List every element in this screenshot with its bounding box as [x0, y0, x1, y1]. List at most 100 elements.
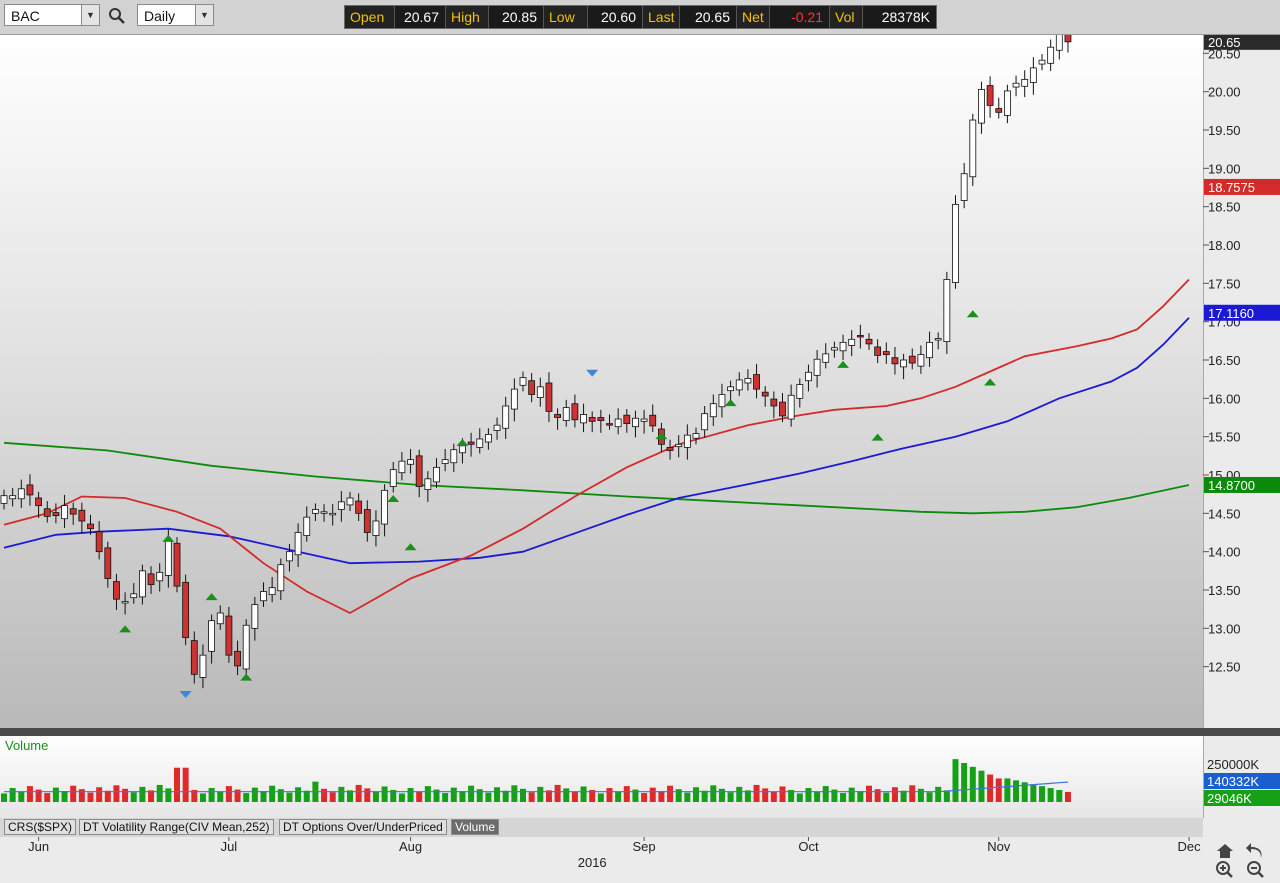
candle-down [874, 346, 882, 356]
zoom-out-glyph [1247, 861, 1264, 878]
volume-bar-up [615, 791, 622, 802]
candle-up [260, 591, 267, 602]
candle-up [822, 353, 830, 363]
volume-bar-down [641, 793, 648, 802]
interval-dropdown-icon[interactable]: ▼ [195, 5, 213, 25]
volume-bar-up [1030, 784, 1037, 802]
home-glyph [1217, 844, 1233, 858]
volume-bar-up [943, 790, 950, 802]
home-icon[interactable] [1214, 840, 1236, 862]
volume-bar-up [338, 786, 345, 802]
search-icon[interactable] [107, 6, 127, 26]
vol-label: Vol [830, 6, 863, 28]
last-value: 20.65 [680, 6, 737, 28]
volume-bar-down [364, 788, 371, 802]
candle-down [95, 531, 103, 553]
volume-bar-up [952, 759, 959, 802]
volume-bar-up [520, 788, 526, 802]
zoom-in-glyph [1216, 861, 1233, 878]
volume-bar-up [502, 790, 509, 802]
volume-avg-badge: 140332K [1207, 774, 1259, 789]
pivot-low-marker [724, 399, 737, 407]
volume-bar-down [1064, 791, 1071, 802]
volume-bar-up [917, 788, 924, 802]
zoom-out-icon[interactable] [1245, 860, 1267, 882]
candle-down [882, 351, 890, 356]
candle-up [459, 445, 466, 454]
candle-up [121, 601, 129, 604]
candle-up [441, 459, 449, 464]
interval-select[interactable]: Daily [144, 8, 175, 24]
volume-bar-up [52, 787, 59, 802]
candle-up [675, 443, 683, 448]
volume-average-line [4, 781, 1069, 793]
candle-up [960, 173, 968, 201]
candle-down [856, 335, 864, 338]
volume-bar-up [710, 785, 717, 802]
volume-bar-up [165, 788, 172, 802]
symbol-input[interactable]: BAC [11, 8, 40, 24]
candle-down [182, 581, 190, 638]
candle-down [908, 355, 916, 364]
undo-glyph [1246, 843, 1262, 858]
y-tick-label: 20.00 [1208, 85, 1241, 100]
volume-bar-up [883, 792, 890, 802]
volume-bar-down [658, 791, 665, 802]
volume-bar-up [139, 786, 146, 802]
tab-volume[interactable]: Volume [451, 819, 500, 835]
undo-icon[interactable] [1245, 840, 1267, 862]
x-tick-label: Oct [798, 839, 819, 854]
candle-up [337, 501, 345, 510]
volume-bar-up [1013, 780, 1020, 802]
tab-dt-options-over-underpriced[interactable]: DT Options Over/UnderPriced [279, 819, 447, 835]
ma-fast-badge: 18.7575 [1208, 180, 1255, 195]
volume-bar-down [779, 786, 786, 802]
volume-bar-up [18, 791, 25, 802]
x-tick-label: Dec [1177, 839, 1201, 854]
candle-down [606, 423, 613, 426]
tab-crs-spx[interactable]: CRS($SPX) [4, 819, 77, 835]
candle-down [891, 357, 899, 365]
volume-bar-up [857, 791, 864, 802]
open-value: 20.67 [395, 6, 446, 28]
volume-bar-down [174, 767, 180, 802]
interval-combo[interactable]: Daily ▼ [137, 4, 214, 26]
candle-up [1055, 35, 1063, 51]
candle-down [52, 512, 60, 517]
candle-up [1021, 79, 1029, 87]
symbol-dropdown-icon[interactable]: ▼ [81, 5, 99, 25]
candle-down [234, 650, 241, 667]
open-label: Open [345, 6, 395, 28]
x-tick-label: Jul [221, 839, 238, 854]
tab-dt-volatility-range[interactable]: DT Volatility Range(CIV Mean,252) [79, 819, 274, 835]
candle-up [346, 497, 354, 506]
candle-up [692, 433, 700, 439]
volume-bar-down [667, 785, 674, 802]
low-value: 20.60 [588, 6, 643, 28]
vol-value: 28378K [863, 6, 936, 28]
pivot-low-marker [456, 439, 469, 447]
candle-up [17, 488, 25, 500]
candle-up [510, 388, 518, 410]
candle-down [43, 508, 51, 517]
candle-up [580, 414, 587, 424]
candle-up [683, 434, 691, 448]
candle-up [433, 466, 440, 483]
candle-down [597, 417, 605, 421]
volume-bar-up [805, 788, 812, 802]
volume-bar-up [295, 787, 302, 802]
y-tick-label: 18.50 [1208, 200, 1241, 215]
candle-up [1012, 82, 1020, 88]
candle-up [701, 413, 709, 431]
candle-up [926, 341, 933, 359]
candle-down [528, 380, 536, 395]
price-chart[interactable]: 12.5013.0013.5014.0014.5015.0015.5016.00… [0, 35, 1280, 728]
zoom-in-icon[interactable] [1214, 860, 1236, 882]
candle-down [104, 547, 112, 579]
candle-down [666, 446, 674, 451]
symbol-combo[interactable]: BAC ▼ [4, 4, 100, 26]
volume-bar-up [1004, 778, 1011, 802]
volume-bar-up [840, 793, 847, 802]
pane-separator[interactable] [0, 728, 1280, 736]
candle-up [311, 509, 319, 514]
